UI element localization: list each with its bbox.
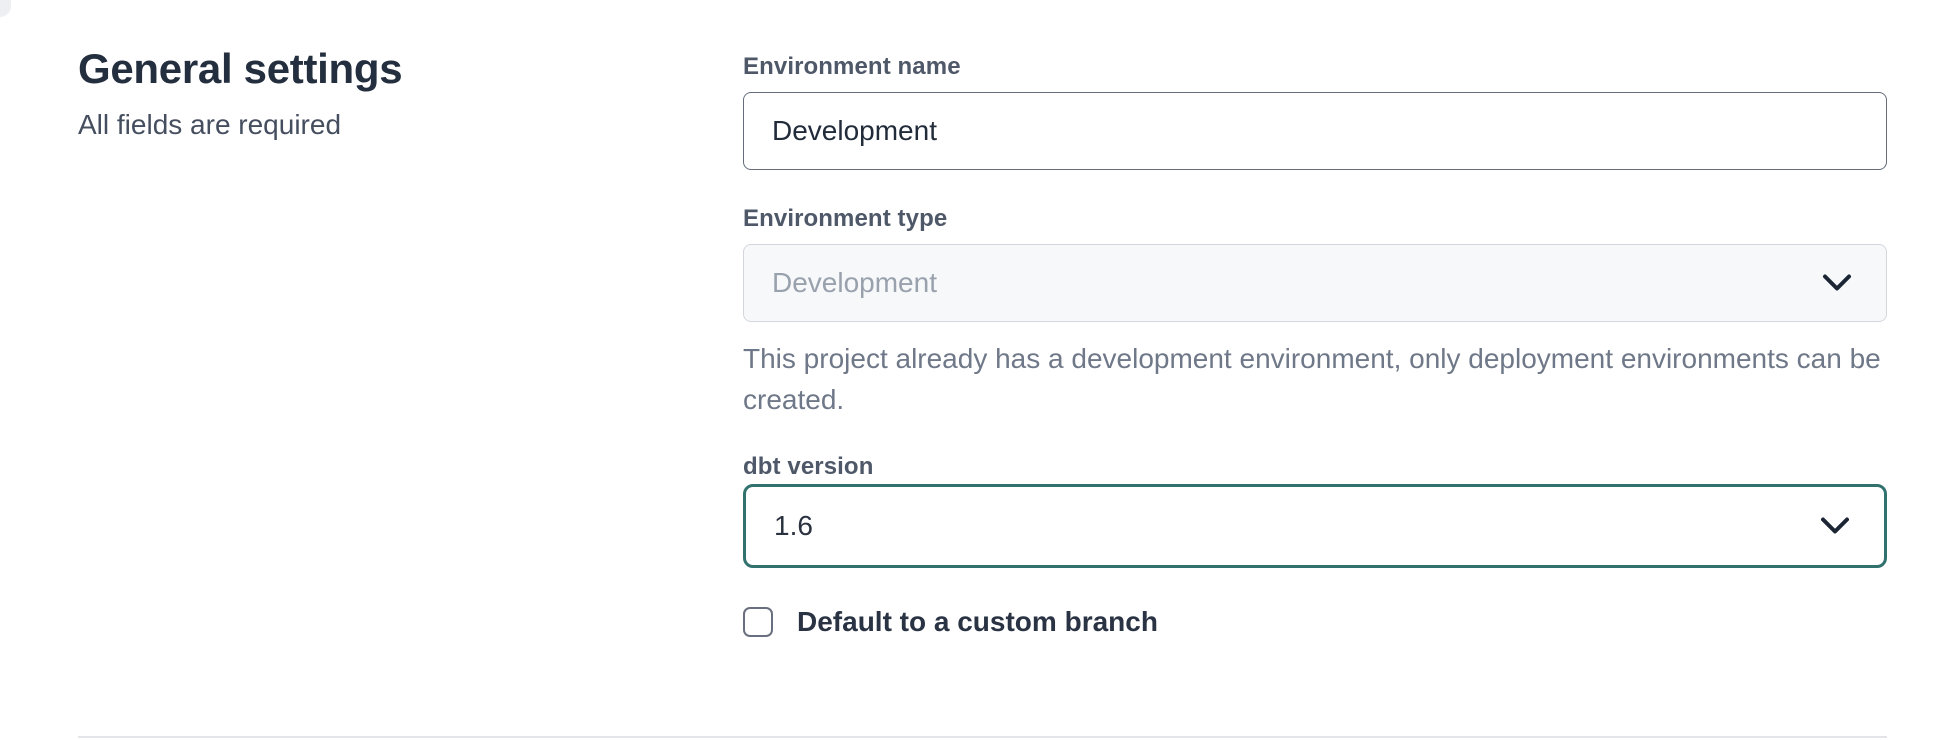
environment-type-help: This project already has a development e… [743, 338, 1887, 420]
custom-branch-checkbox[interactable] [743, 607, 773, 637]
section-divider [78, 736, 1887, 738]
environment-type-select: Development [743, 244, 1887, 322]
environment-type-value: Development [772, 267, 937, 299]
dbt-version-select[interactable]: 1.6 [743, 484, 1887, 568]
general-settings-form: Environment name Environment type Develo… [743, 52, 1887, 638]
dbt-version-value: 1.6 [774, 510, 813, 542]
custom-branch-label[interactable]: Default to a custom branch [797, 606, 1158, 638]
environment-name-input[interactable] [743, 92, 1887, 170]
environment-name-label: Environment name [743, 52, 1887, 82]
environment-type-label: Environment type [743, 204, 1887, 234]
dbt-version-label: dbt version [743, 452, 1887, 482]
custom-branch-row: Default to a custom branch [743, 606, 1887, 638]
help-line-1: This project already has a development e… [743, 338, 1887, 379]
chevron-down-icon [1820, 517, 1850, 536]
page-subtitle: All fields are required [78, 108, 638, 142]
section-header: General settings All fields are required [78, 44, 638, 142]
panel-corner-accent [0, 0, 11, 17]
page-title: General settings [78, 44, 638, 94]
help-line-2: created. [743, 379, 1887, 420]
chevron-down-icon [1822, 274, 1852, 293]
